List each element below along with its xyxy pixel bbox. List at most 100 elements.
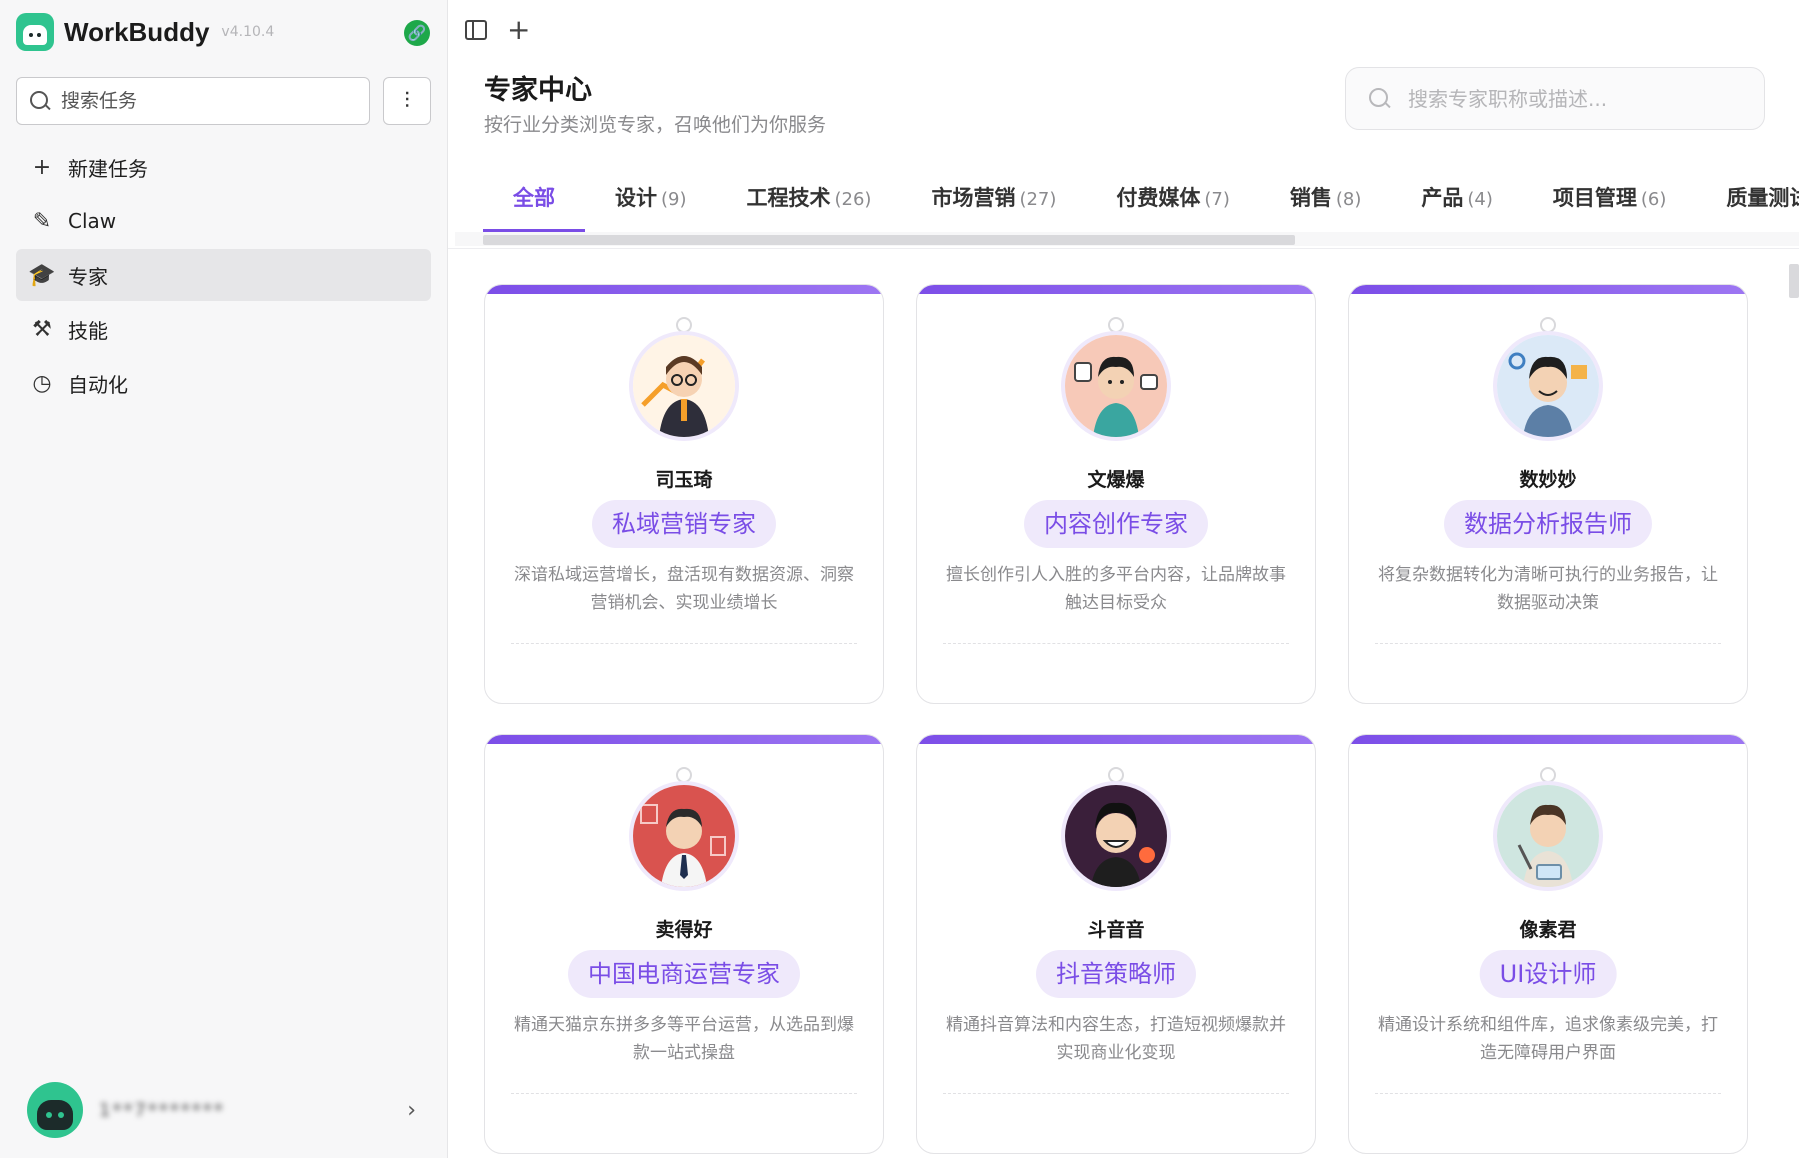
tab-sales[interactable]: 销售 (8) — [1260, 174, 1392, 232]
tab-paid-media[interactable]: 付费媒体 (7) — [1086, 174, 1260, 232]
sliders-icon: ⫶ — [404, 88, 410, 114]
sidebar-item-experts[interactable]: 🎓 专家 — [16, 249, 431, 301]
new-tab-icon[interactable]: + — [507, 16, 530, 44]
expert-role-badge: 数据分析报告师 — [1444, 500, 1652, 548]
sidebar-item-automation[interactable]: ◷ 自动化 — [16, 357, 431, 409]
content-scrollbar-thumb[interactable] — [1789, 264, 1799, 298]
hammer-icon: ⚒ — [32, 316, 52, 342]
clock-icon: ◷ — [32, 370, 52, 396]
filter-settings-button[interactable]: ⫶ — [383, 77, 431, 125]
tab-count: (6) — [1640, 189, 1667, 210]
plus-icon: + — [32, 154, 52, 180]
tab-count: (27) — [1019, 189, 1057, 210]
app-version: v4.10.4 — [221, 24, 275, 40]
expert-name: 像素君 — [1519, 919, 1577, 941]
expert-name: 数妙妙 — [1519, 469, 1577, 491]
tab-label: 项目管理 — [1552, 186, 1637, 210]
task-search[interactable] — [16, 77, 370, 125]
expert-card[interactable]: 卖得好 中国电商运营专家 精通天猫京东拼多多等平台运营，从选品到爆款一站式操盘 — [484, 734, 884, 1154]
expert-portrait — [1061, 781, 1171, 891]
toggle-sidebar-icon[interactable] — [465, 20, 487, 40]
expert-portrait — [1493, 781, 1603, 891]
expert-card[interactable]: 文爆爆 内容创作专家 擅长创作引人入胜的多平台内容，让品牌故事触达目标受众 — [916, 284, 1316, 704]
sidebar-item-claw[interactable]: ✎ Claw — [16, 195, 431, 247]
tab-label: 产品 — [1421, 186, 1464, 210]
expert-card[interactable]: 像素君 UI设计师 精通设计系统和组件库，追求像素级完美，打造无障碍用户界面 — [1348, 734, 1748, 1154]
tab-label: 销售 — [1289, 186, 1332, 210]
expert-card[interactable]: 斗音音 抖音策略师 精通抖音算法和内容生态，打造短视频爆款并实现商业化变现 — [916, 734, 1316, 1154]
tabs-scrollbar-thumb[interactable] — [483, 235, 1295, 245]
sidebar-item-skills[interactable]: ⚒ 技能 — [16, 303, 431, 355]
tab-count: (26) — [834, 189, 872, 210]
sidebar-item-label: 专家 — [68, 264, 108, 289]
expert-description: 精通天猫京东拼多多等平台运营，从选品到爆款一站式操盘 — [514, 1015, 854, 1063]
expert-description: 擅长创作引人入胜的多平台内容，让品牌故事触达目标受众 — [946, 565, 1286, 613]
tab-all[interactable]: 全部 — [483, 174, 585, 232]
divider — [511, 1093, 857, 1094]
divider — [1375, 643, 1721, 644]
tab-label: 质量测试 — [1726, 186, 1799, 210]
tab-label: 全部 — [513, 186, 555, 210]
tab-product[interactable]: 产品 (4) — [1391, 174, 1523, 232]
tab-design[interactable]: 设计 (9) — [585, 174, 717, 232]
tab-label: 工程技术 — [746, 186, 831, 210]
app-logo-icon — [16, 13, 54, 51]
topbar: + — [465, 16, 530, 44]
search-icon — [1368, 87, 1392, 111]
sidebar-item-label: Claw — [68, 209, 117, 233]
expert-search-input[interactable] — [1408, 86, 1748, 111]
divider — [943, 643, 1289, 644]
connection-link-icon[interactable]: 🔗 — [404, 20, 430, 46]
expert-description: 深谙私域运营增长，盘活现有数据资源、洞察营销机会、实现业绩增长 — [514, 565, 854, 613]
tab-project-management[interactable]: 项目管理 (6) — [1523, 174, 1697, 232]
tab-count: (9) — [661, 189, 687, 210]
search-icon — [29, 90, 51, 112]
tab-label: 设计 — [615, 186, 657, 210]
tab-qa-testing[interactable]: 质量测试 — [1696, 174, 1799, 232]
divider — [943, 1093, 1289, 1094]
sidebar-item-label: 自动化 — [68, 372, 128, 397]
expert-search[interactable] — [1345, 67, 1765, 130]
expert-portrait — [629, 781, 739, 891]
expert-portrait — [629, 331, 739, 441]
expert-name: 斗音音 — [1087, 919, 1145, 941]
expert-description: 将复杂数据转化为清晰可执行的业务报告，让数据驱动决策 — [1378, 565, 1718, 613]
user-profile[interactable]: 1**7******* › — [27, 1082, 422, 1138]
tab-engineering[interactable]: 工程技术 (26) — [717, 174, 902, 232]
user-name: 1**7******* — [99, 1099, 225, 1121]
category-tabs: 全部 设计 (9) 工程技术 (26) 市场营销 (27) 付费媒体 (7) 销售 (8) 产品 (4)… — [483, 174, 1799, 232]
expert-name: 文爆爆 — [1087, 469, 1145, 491]
expert-name: 卖得好 — [655, 919, 713, 941]
tab-label: 市场营销 — [931, 186, 1016, 210]
expert-role-badge: UI设计师 — [1479, 950, 1617, 998]
tab-count: (7) — [1204, 189, 1230, 210]
page-title: 专家中心 — [484, 75, 592, 106]
divider — [448, 248, 1799, 249]
expert-name: 司玉琦 — [655, 469, 713, 491]
graduation-cap-icon: 🎓 — [28, 262, 56, 288]
claw-icon: ✎ — [32, 208, 52, 234]
expert-role-badge: 中国电商运营专家 — [568, 950, 800, 998]
sidebar-item-label: 技能 — [68, 318, 108, 343]
expert-description: 精通设计系统和组件库，追求像素级完美，打造无障碍用户界面 — [1378, 1015, 1718, 1063]
page-subtitle: 按行业分类浏览专家，召唤他们为你服务 — [484, 114, 827, 136]
expert-portrait — [1061, 331, 1171, 441]
expert-description: 精通抖音算法和内容生态，打造短视频爆款并实现商业化变现 — [946, 1015, 1286, 1063]
expert-role-badge: 抖音策略师 — [1036, 950, 1196, 998]
divider — [1375, 1093, 1721, 1094]
sidebar-item-new-task[interactable]: + 新建任务 — [16, 141, 431, 193]
expert-card[interactable]: 司玉琦 私域营销专家 深谙私域运营增长，盘活现有数据资源、洞察营销机会、实现业绩… — [484, 284, 884, 704]
chevron-right-icon: › — [407, 1097, 416, 1123]
sidebar-nav: + 新建任务 ✎ Claw 🎓 专家 ⚒ 技能 ◷ 自动化 — [16, 141, 431, 411]
divider — [511, 643, 857, 644]
expert-card[interactable]: 数妙妙 数据分析报告师 将复杂数据转化为清晰可执行的业务报告，让数据驱动决策 — [1348, 284, 1748, 704]
sidebar-item-label: 新建任务 — [68, 156, 148, 181]
tab-count: (8) — [1335, 189, 1362, 210]
avatar — [27, 1082, 83, 1138]
task-search-input[interactable] — [61, 90, 351, 112]
tab-label: 付费媒体 — [1116, 186, 1201, 210]
expert-role-badge: 内容创作专家 — [1024, 500, 1208, 548]
brand: WorkBuddy v4.10.4 — [16, 12, 274, 52]
sidebar: WorkBuddy v4.10.4 🔗 ⫶ + 新建任务 ✎ Claw 🎓 专家… — [0, 0, 448, 1158]
tab-marketing[interactable]: 市场营销 (27) — [901, 174, 1086, 232]
